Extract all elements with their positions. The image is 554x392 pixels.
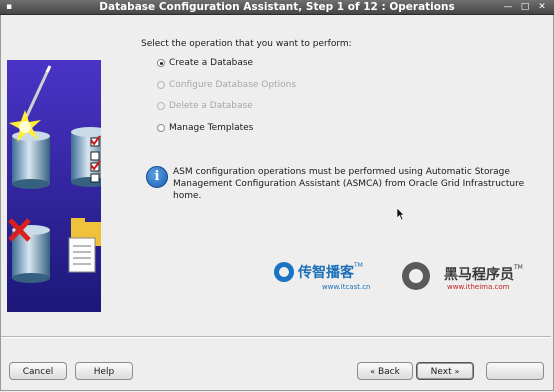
next-label: Next: [430, 367, 452, 377]
option-label: Configure Database Options: [169, 80, 297, 90]
radio-delete-database: [157, 102, 165, 110]
radio-configure-database: [157, 81, 165, 89]
info-icon: i: [146, 166, 168, 188]
close-button[interactable]: ✕: [536, 1, 548, 13]
itcast-title-text: 传智播客: [298, 265, 354, 281]
option-create-database[interactable]: Create a Database: [157, 58, 253, 68]
option-label: Manage Templates: [169, 123, 254, 133]
option-configure-database: Configure Database Options: [157, 80, 296, 90]
itheima-watermark-url: www.itheima.com: [447, 283, 510, 291]
itcast-watermark-url: www.itcast.cn: [322, 283, 371, 291]
mouse-cursor-icon: [396, 207, 405, 221]
itheima-tm: TM: [514, 264, 523, 271]
radio-create-database[interactable]: [157, 59, 165, 67]
back-label: Back: [377, 367, 400, 377]
maximize-button[interactable]: □: [519, 1, 531, 13]
option-label: Create a Database: [169, 58, 254, 68]
asm-info-message-line1: ASM configuration operations must be per…: [173, 167, 510, 177]
cancel-button[interactable]: Cancel: [9, 362, 67, 380]
window-title: Database Configuration Assistant, Step 1…: [99, 1, 455, 13]
title-bar[interactable]: ▪ Database Configuration Assistant, Step…: [0, 0, 554, 15]
itcast-tm: TM: [354, 262, 363, 269]
itheima-title-text: 黑马程序员: [444, 267, 514, 283]
option-manage-templates[interactable]: Manage Templates: [157, 123, 253, 133]
itheima-logo-icon: [402, 262, 430, 290]
back-button[interactable]: « Back: [357, 362, 413, 380]
option-delete-database: Delete a Database: [157, 101, 253, 111]
finish-button[interactable]: [486, 362, 544, 380]
itcast-watermark-title: 传智播客TM: [298, 262, 363, 282]
back-arrow-icon: «: [370, 367, 376, 376]
minimize-button[interactable]: —: [502, 1, 514, 13]
operation-prompt: Select the operation that you want to pe…: [141, 39, 352, 49]
itheima-watermark-title: 黑马程序员TM: [444, 264, 523, 284]
itcast-logo-icon: [274, 262, 294, 282]
next-button[interactable]: Next »: [416, 362, 474, 380]
option-label: Delete a Database: [169, 101, 253, 111]
footer-separator: [1, 336, 551, 338]
help-button[interactable]: Help: [75, 362, 133, 380]
asm-info-message-line2: Management Configuration Assistant (ASMC…: [173, 179, 525, 201]
radio-manage-templates[interactable]: [157, 124, 165, 132]
next-arrow-icon: »: [454, 367, 460, 376]
database-wizard-illustration-icon: [7, 60, 101, 312]
